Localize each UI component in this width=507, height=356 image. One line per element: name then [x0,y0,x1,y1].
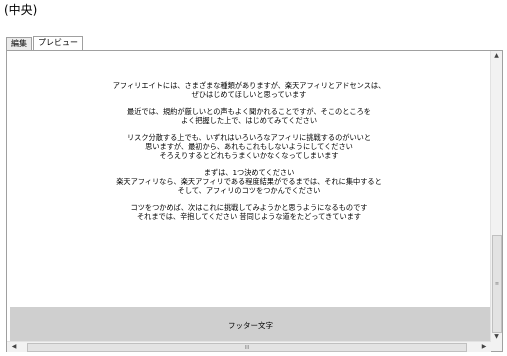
preview-content: アフィリエイトには、さまざまな種類がありますが、楽天アフィリとアドセンスは、 ぜ… [7,51,491,306]
scroll-grip-icon: ≡ [494,281,500,287]
preview-paragraph: 最近では、規約が厳しいとの声もよく聞かれることですが、そこのところを よく把握し… [127,107,371,125]
left-arrow-icon[interactable]: ◀ [9,343,19,350]
horizontal-scroll-thumb[interactable]: III [27,343,467,352]
editor-tabs: 編集 プレビュー [6,36,84,51]
preview-paragraph: コツをつかめば、次はこれに挑戦してみようかと思うようになるものです それまでは、… [130,203,368,221]
scroll-corner [491,341,502,351]
up-arrow-icon[interactable]: ▲ [491,52,502,59]
horizontal-scrollbar[interactable]: ◀ III ▶ [7,341,491,352]
vertical-scroll-thumb[interactable]: ≡ [492,235,502,333]
scroll-grip-icon: III [244,344,250,351]
tab-preview[interactable]: プレビュー [33,36,83,51]
tab-edit[interactable]: 編集 [6,37,32,50]
preview-footer: フッター文字 [10,307,491,343]
page-heading: (中央) [4,3,38,17]
right-arrow-icon[interactable]: ▶ [479,343,489,350]
preview-paragraph: アフィリエイトには、さまざまな種類がありますが、楽天アフィリとアドセンスは、 ぜ… [112,81,386,99]
preview-panel: アフィリエイトには、さまざまな種類がありますが、楽天アフィリとアドセンスは、 ぜ… [6,50,503,352]
preview-paragraph: まずは、1つ決めてください 楽天アフィリなら、楽天アフィリである程度結果がでるま… [116,168,382,195]
preview-paragraph: リスク分散する上でも、いずれはいろいろなアフィリに挑戦するのがいいと 思いますが… [126,133,372,160]
vertical-scrollbar[interactable]: ▲ ≡ ▼ [490,51,502,341]
down-arrow-icon[interactable]: ▼ [491,333,502,340]
footer-text: フッター文字 [228,320,273,330]
